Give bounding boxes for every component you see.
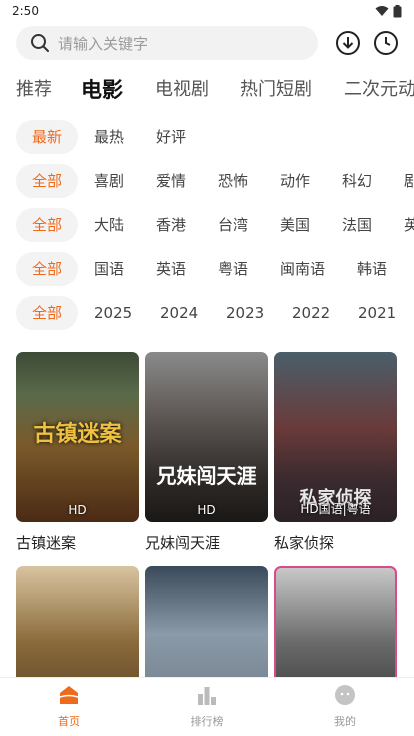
filter-chip[interactable]: 2022 — [292, 296, 330, 330]
filter-chip-selected[interactable]: 全部 — [16, 164, 78, 198]
filter-chip[interactable]: 法国 — [342, 208, 372, 242]
movie-poster[interactable]: 私家侦探 HD国语|粤语 — [274, 352, 397, 522]
history-button[interactable] — [372, 29, 400, 57]
bottom-nav: 首页 排行榜 我的 — [0, 677, 414, 736]
movie-poster[interactable]: 兄妹闯天涯 HD — [145, 352, 268, 522]
search-icon — [31, 34, 49, 52]
filter-chip[interactable]: 科幻 — [342, 164, 372, 198]
nav-mine-label: 我的 — [334, 715, 356, 728]
tab-anime[interactable]: 二次元动 — [344, 72, 414, 108]
filter-chip[interactable]: 英语 — [156, 252, 186, 286]
filter-row-language: 全部 国语 英语 粤语 闽南语 韩语 — [0, 252, 414, 286]
clock-icon — [374, 31, 398, 55]
nav-home[interactable]: 首页 — [29, 684, 109, 729]
filter-chip-selected[interactable]: 全部 — [16, 252, 78, 286]
search-input[interactable]: 请输入关键字 — [16, 26, 318, 60]
filter-chip-selected[interactable]: 全部 — [16, 208, 78, 242]
filter-row-genre: 全部 喜剧 爱情 恐怖 动作 科幻 剧 — [0, 164, 414, 198]
filter-chip[interactable]: 闽南语 — [280, 252, 325, 286]
home-icon — [59, 686, 79, 704]
movie-title[interactable]: 私家侦探 — [274, 532, 397, 553]
movie-poster[interactable]: 古镇迷案 HD — [16, 352, 139, 522]
filter-chip[interactable]: 动作 — [280, 164, 310, 198]
nav-home-label: 首页 — [58, 715, 80, 728]
movie-title[interactable]: 古镇迷案 — [16, 532, 139, 553]
filter-chip[interactable]: 英 — [404, 208, 414, 242]
download-button[interactable] — [334, 29, 362, 57]
filter-chip[interactable]: 粤语 — [218, 252, 248, 286]
status-bar: 2:50 — [0, 0, 414, 22]
filter-chip[interactable]: 2021 — [358, 296, 396, 330]
movie-card[interactable]: 兄妹闯天涯 HD 兄妹闯天涯 — [145, 352, 268, 553]
nav-ranking[interactable]: 排行榜 — [167, 684, 247, 729]
filter-chip[interactable]: 韩语 — [357, 252, 387, 286]
filter-chip[interactable]: 大陆 — [94, 208, 124, 242]
filter-chip[interactable]: 香港 — [156, 208, 186, 242]
filter-chip[interactable]: 喜剧 — [94, 164, 124, 198]
filter-chip[interactable]: 2023 — [226, 296, 264, 330]
movie-title[interactable]: 兄妹闯天涯 — [145, 532, 268, 553]
movie-card[interactable]: 古镇迷案 HD 古镇迷案 — [16, 352, 139, 553]
search-placeholder: 请输入关键字 — [58, 34, 149, 53]
tab-recommend[interactable]: 推荐 — [16, 72, 52, 108]
status-time: 2:50 — [12, 4, 39, 18]
filter-chip[interactable]: 恐怖 — [218, 164, 248, 198]
nav-ranking-label: 排行榜 — [190, 715, 224, 728]
filter-row-year: 全部 2025 2024 2023 2022 2021 — [0, 296, 414, 330]
battery-icon — [393, 4, 402, 17]
filter-chip[interactable]: 好评 — [156, 120, 186, 154]
filter-chip-selected[interactable]: 全部 — [16, 296, 78, 330]
wifi-icon — [375, 6, 389, 16]
tab-tv-series[interactable]: 电视剧 — [155, 72, 209, 108]
filter-row-region: 全部 大陆 香港 台湾 美国 法国 英 — [0, 208, 414, 242]
filter-chip[interactable]: 最热 — [94, 120, 124, 154]
tab-short-drama[interactable]: 热门短剧 — [240, 72, 312, 108]
poster-title-art: 兄妹闯天涯 — [156, 464, 257, 488]
filter-chip[interactable]: 国语 — [94, 252, 124, 286]
profile-icon — [335, 685, 355, 705]
filter-chip[interactable]: 台湾 — [218, 208, 248, 242]
quality-badge: HD — [68, 503, 87, 517]
filter-chip[interactable]: 2024 — [160, 296, 198, 330]
bar-chart-icon — [198, 687, 216, 705]
filter-row-sort: 最新 最热 好评 — [0, 120, 414, 154]
movie-card[interactable]: 私家侦探 HD国语|粤语 私家侦探 — [274, 352, 397, 553]
quality-badge: HD — [197, 503, 216, 517]
channel-tabs: 推荐 电影 电视剧 热门短剧 二次元动 — [0, 72, 414, 108]
poster-title-art: 古镇迷案 — [33, 422, 122, 447]
filter-chip-selected[interactable]: 最新 — [16, 120, 78, 154]
filter-chip[interactable]: 爱情 — [156, 164, 186, 198]
filter-chip[interactable]: 美国 — [280, 208, 310, 242]
download-icon — [336, 31, 360, 55]
filter-chip[interactable]: 2025 — [94, 296, 132, 330]
status-icons — [375, 4, 402, 18]
filter-chip[interactable]: 剧 — [404, 164, 414, 198]
tab-movie[interactable]: 电影 — [81, 72, 123, 108]
quality-badge: HD国语|粤语 — [300, 502, 371, 516]
search-row: 请输入关键字 — [16, 26, 404, 60]
nav-mine[interactable]: 我的 — [305, 684, 385, 729]
